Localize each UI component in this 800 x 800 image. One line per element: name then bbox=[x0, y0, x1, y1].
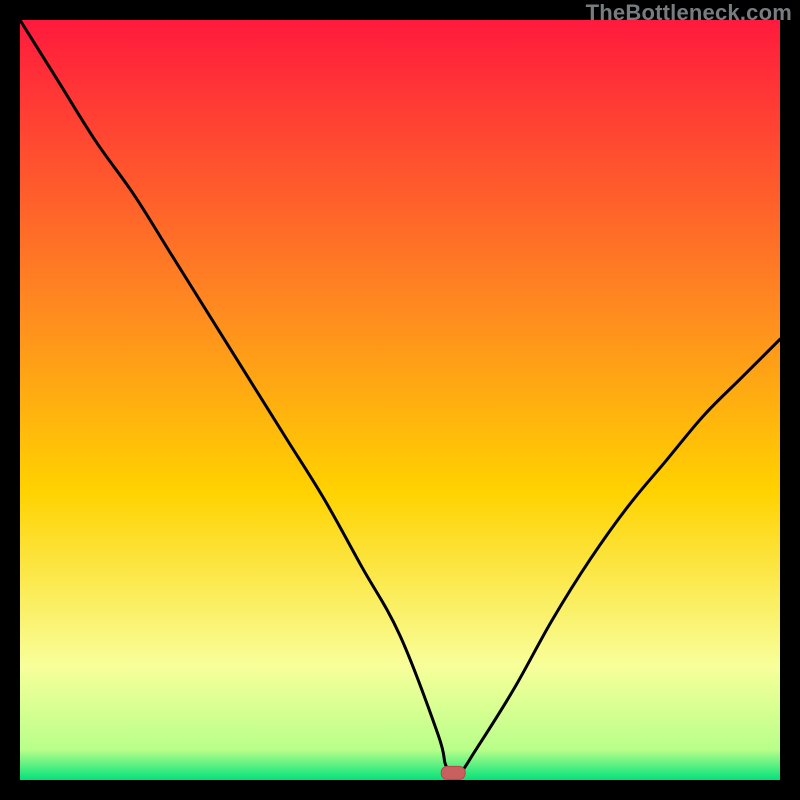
chart-background-gradient bbox=[20, 20, 780, 780]
chart-plot-area bbox=[20, 20, 780, 780]
watermark-label: TheBottleneck.com bbox=[586, 0, 792, 26]
chart-svg bbox=[20, 20, 780, 780]
optimal-point-marker bbox=[441, 766, 465, 779]
chart-stage: TheBottleneck.com bbox=[0, 0, 800, 800]
